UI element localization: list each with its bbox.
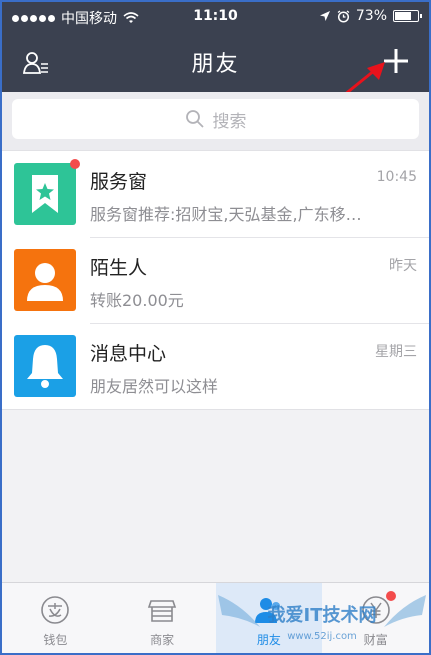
battery-percent: 73%: [355, 8, 387, 24]
search-icon: [185, 110, 204, 128]
alarm-clock-icon: [337, 9, 350, 23]
battery-icon: [393, 10, 422, 22]
conversation-list: 服务窗 服务窗推荐:招财宝,天弘基金,广东移… 10:45 陌生人 转账20.0…: [2, 150, 429, 410]
tab-wallet[interactable]: 钱包: [2, 583, 109, 653]
bell-icon: [27, 345, 63, 388]
wealth-badge: [385, 591, 396, 601]
conversation-time: 星期三: [375, 344, 417, 360]
tab-wealth[interactable]: 财富: [322, 583, 429, 653]
unread-badge: [70, 159, 80, 169]
search-bar-container: 搜索: [2, 92, 429, 150]
battery-fill: [395, 12, 411, 20]
add-plus-icon[interactable]: [383, 48, 409, 74]
message-center-avatar: [14, 335, 76, 397]
conversation-time: 10:45: [376, 169, 417, 185]
wallet-icon: [41, 596, 70, 624]
stranger-avatar: [14, 249, 76, 311]
friends-icon: [254, 598, 280, 623]
tab-friends[interactable]: 朋友: [215, 583, 323, 653]
conversation-row-stranger[interactable]: 陌生人 转账20.00元 昨天: [2, 237, 429, 323]
tab-label: 财富: [363, 633, 388, 647]
search-placeholder: 搜索: [212, 111, 247, 132]
status-right: 73%: [319, 8, 422, 24]
search-input[interactable]: 搜索: [12, 99, 419, 139]
person-icon: [27, 263, 63, 301]
conversation-preview: 服务窗推荐:招财宝,天弘基金,广东移…: [90, 205, 362, 224]
location-arrow-icon: [319, 11, 330, 21]
header: 中国移动 11:10 73% 朋友: [2, 2, 429, 92]
tab-label: 朋友: [256, 633, 281, 647]
status-bar: 中国移动 11:10 73%: [2, 2, 429, 32]
tab-merchants[interactable]: 商家: [109, 583, 216, 653]
store-icon: [148, 600, 177, 622]
conversation-time: 昨天: [389, 258, 417, 274]
conversation-row-service[interactable]: 服务窗 服务窗推荐:招财宝,天弘基金,广东移… 10:45: [2, 151, 429, 237]
bookmark-star-icon: [32, 175, 58, 213]
conversation-title: 陌生人: [90, 257, 148, 279]
tab-bar: 钱包 商家 朋友 财富: [2, 582, 429, 653]
wealth-icon: [361, 596, 390, 624]
app-frame: 中国移动 11:10 73% 朋友 搜索 服务窗 服务窗推荐:招财宝,天弘基金,…: [0, 0, 431, 655]
tab-label: 钱包: [43, 633, 68, 647]
conversation-title: 服务窗: [90, 171, 148, 193]
conversation-preview: 朋友居然可以这样: [90, 377, 219, 396]
tab-label: 商家: [150, 633, 175, 647]
conversation-row-message-center[interactable]: 消息中心 朋友居然可以这样 星期三: [2, 323, 429, 409]
service-window-avatar: [14, 159, 80, 225]
page-title: 朋友: [191, 52, 240, 77]
conversation-preview: 转账20.00元: [90, 291, 184, 310]
conversation-title: 消息中心: [90, 343, 167, 365]
